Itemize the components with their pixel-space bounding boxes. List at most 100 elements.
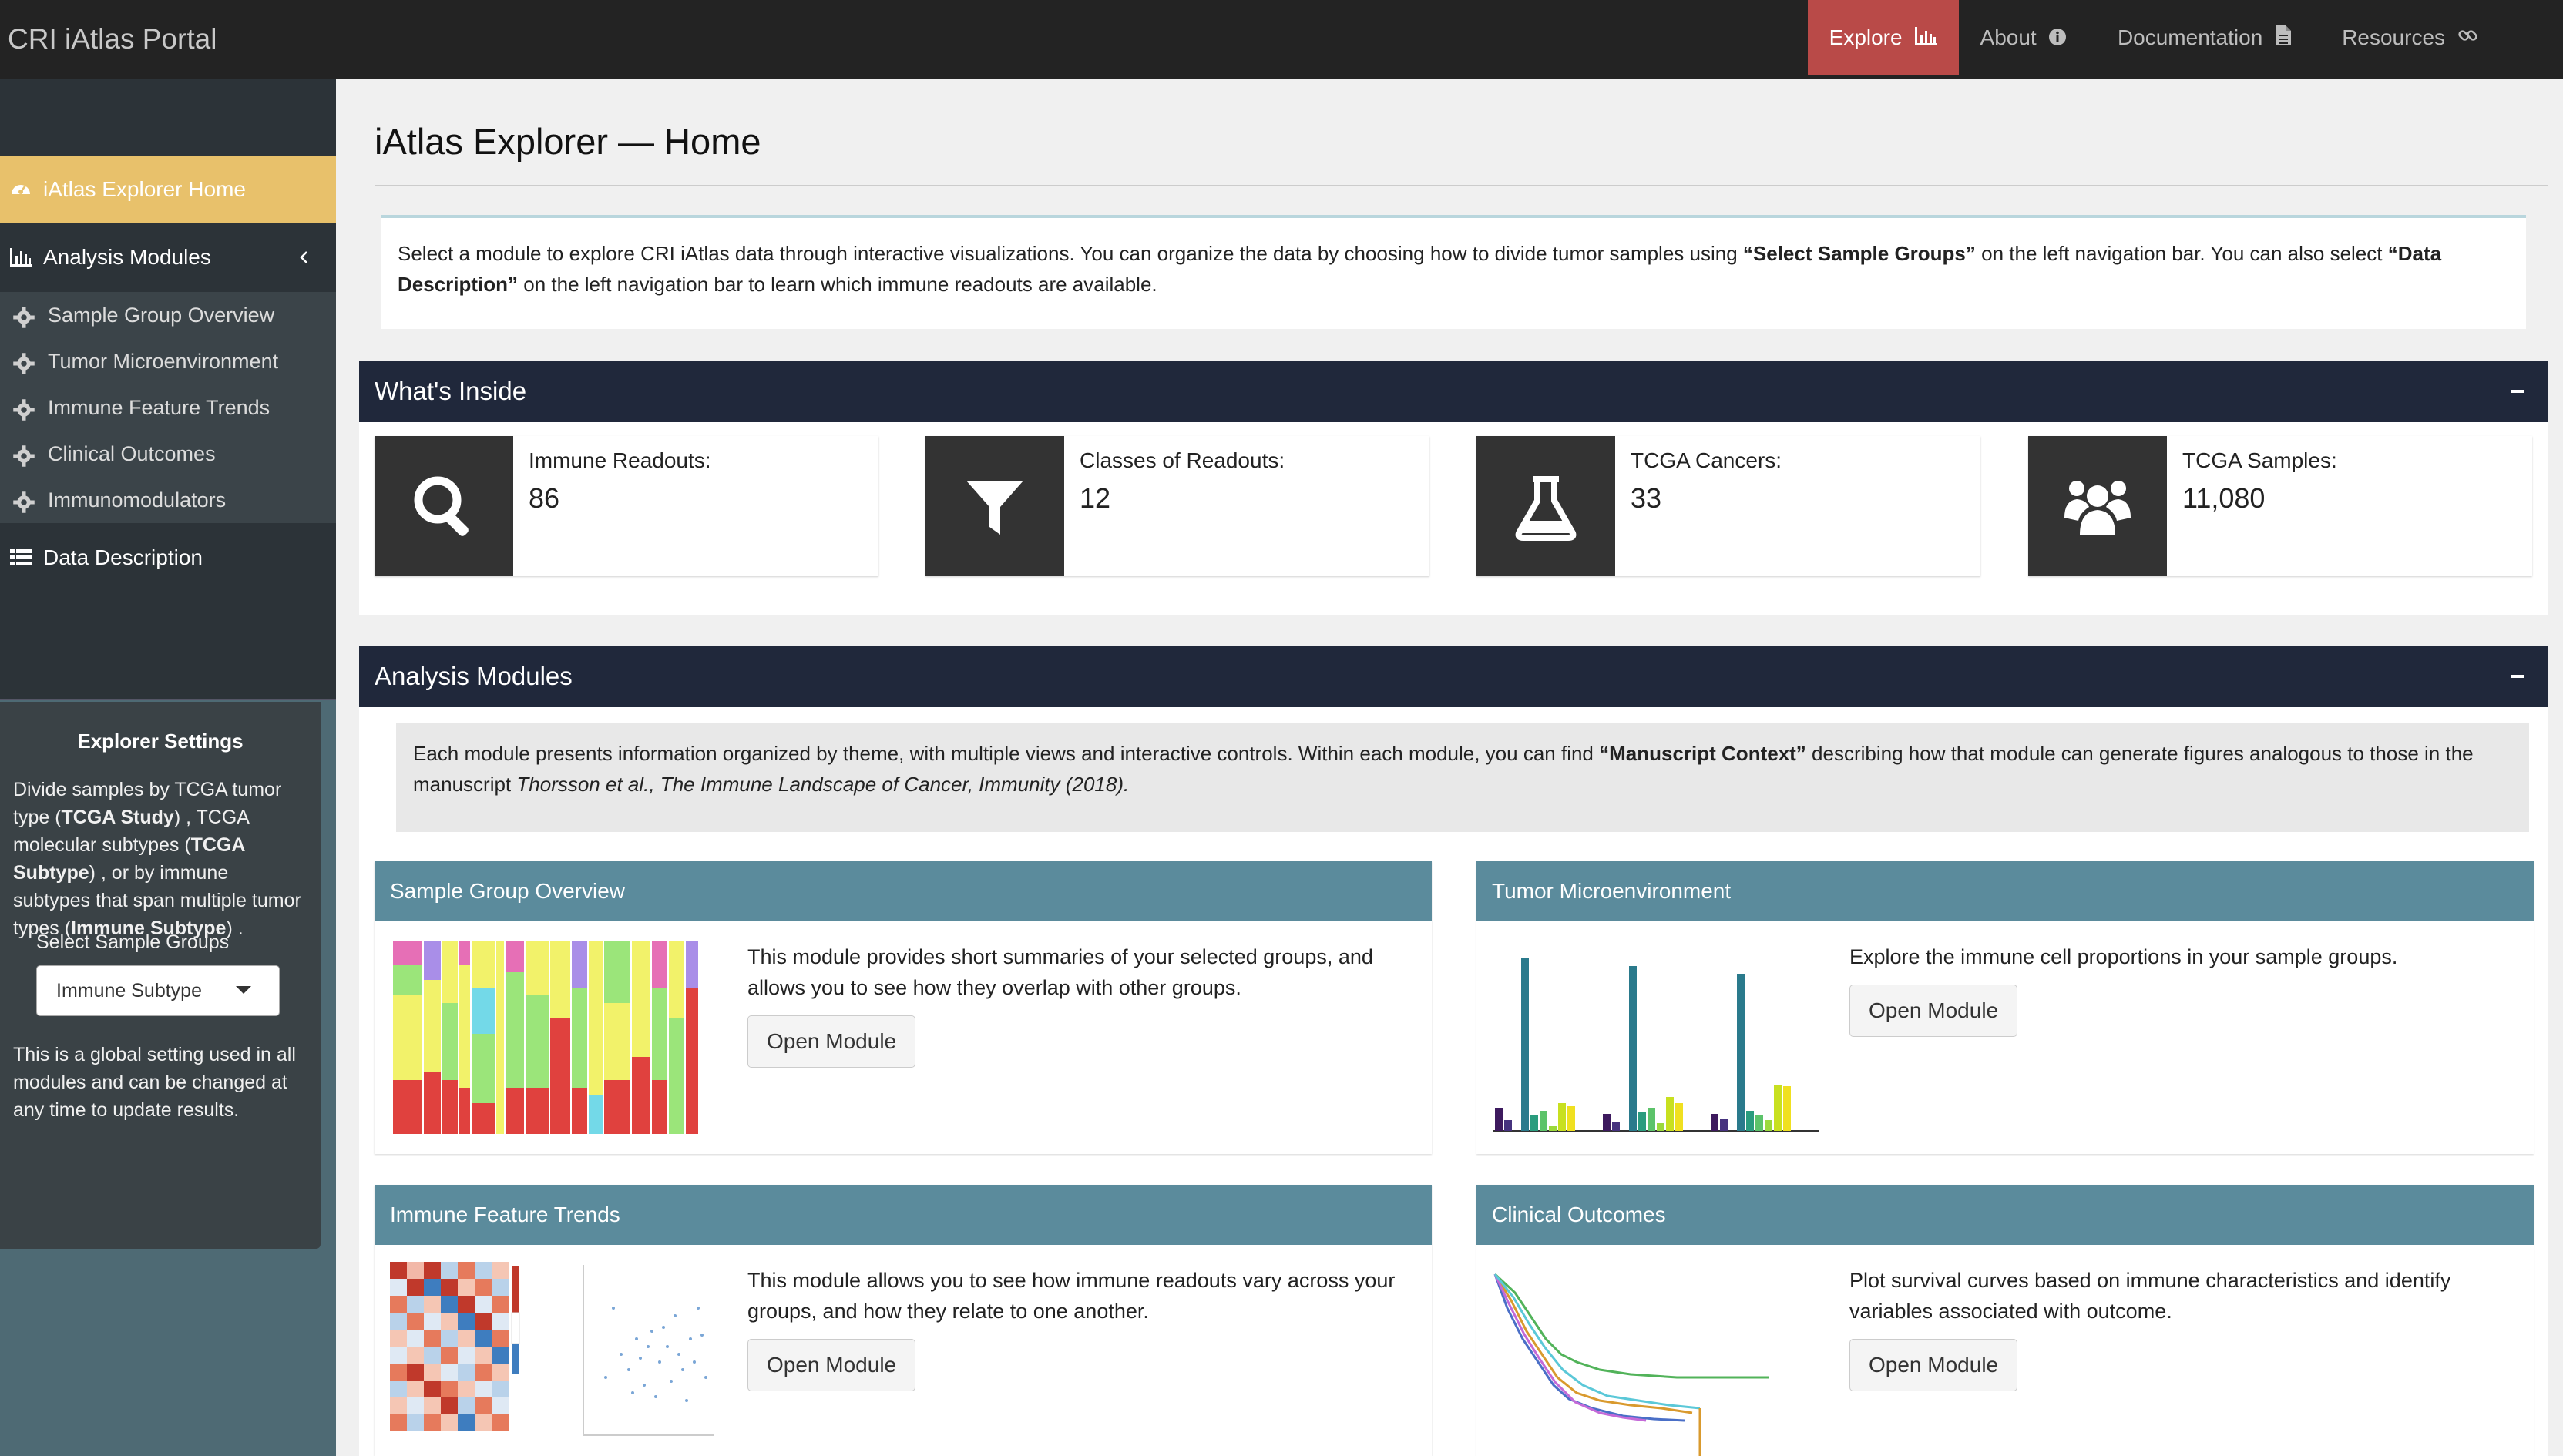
sidebar-item-analysis-label: Analysis Modules [43, 245, 211, 269]
sidebar-item-tumor-microenvironment[interactable]: Tumor Microenvironment [0, 338, 336, 384]
module-card-description: Plot survival curves based on immune cha… [1849, 1269, 2451, 1323]
gear-icon [13, 307, 35, 328]
nav-documentation-label: Documentation [2117, 25, 2263, 49]
intro-bold: “Select Sample Groups” [1742, 242, 1976, 265]
infobox-value: 86 [529, 482, 560, 514]
intro-callout: Select a module to explore CRI iAtlas da… [381, 215, 2526, 329]
mosaic-plot-thumbnail [391, 938, 700, 1136]
bar-chart-icon [10, 248, 32, 267]
sidebar-item-label: Clinical Outcomes [48, 442, 216, 465]
manuscript-context-note: Each module presents information organiz… [396, 723, 2529, 832]
settings-title: Explorer Settings [77, 730, 244, 753]
sidebar-divider [0, 699, 336, 700]
document-icon [2275, 2, 2292, 76]
users-icon [2064, 481, 2131, 535]
sidebar-submenu: Sample Group Overview Tumor Microenviron… [0, 292, 336, 523]
analysis-modules-title: Analysis Modules [375, 662, 573, 690]
sidebar-item-data-label: Data Description [43, 545, 203, 569]
survival-curve-thumbnail [1493, 1273, 1769, 1456]
caret-down-icon [236, 986, 251, 994]
module-card-sample-group-overview: Sample Group Overview This module provid… [375, 861, 1432, 1154]
sidebar-item-home[interactable]: iAtlas Explorer Home [0, 156, 336, 223]
module-card-clinical-outcomes: Clinical Outcomes Plot survival curves b… [1476, 1185, 2534, 1456]
intro-text: on the left navigation bar. You can also… [1975, 242, 2388, 265]
intro-text: on the left navigation bar to learn whic… [518, 273, 1157, 296]
flask-icon [1515, 476, 1577, 541]
module-card-tumor-microenvironment: Tumor Microenvironment Explore the immun… [1476, 861, 2534, 1154]
nav-explore[interactable]: Explore [1808, 0, 1959, 75]
select-sample-groups-label: Select Sample Groups [36, 931, 230, 953]
sidebar-item-label: Immunomodulators [48, 488, 227, 512]
gear-icon [13, 399, 35, 421]
infobox-value: 12 [1080, 482, 1111, 514]
filter-icon [966, 481, 1023, 535]
top-navbar: CRI iAtlas Portal Explore About Document… [0, 0, 2563, 79]
nav-about-label: About [1980, 25, 2037, 49]
module-card-title: Clinical Outcomes [1476, 1185, 2534, 1245]
select-value: Immune Subtype [56, 980, 202, 1001]
infobox-classes-of-readouts: Classes of Readouts: 12 [925, 436, 1429, 576]
collapse-icon[interactable] [2511, 675, 2524, 678]
open-module-button[interactable]: Open Module [1849, 1339, 2018, 1391]
infobox-icon-bg [2028, 436, 2167, 576]
note-citation: Thorsson et al., The Immune Landscape of… [516, 773, 1130, 796]
sidebar-item-immune-feature-trends[interactable]: Immune Feature Trends [0, 384, 336, 431]
settings-desc-bold: TCGA Study [61, 807, 174, 828]
note-text: Each module presents information organiz… [413, 742, 1600, 765]
sidebar-item-label: Sample Group Overview [48, 304, 275, 327]
link-icon [2457, 2, 2479, 76]
settings-description: Divide samples by TCGA tumor type (TCGA … [13, 776, 310, 942]
page-title: iAtlas Explorer — Home [375, 121, 761, 162]
infobox-tcga-samples: TCGA Samples: 11,080 [2028, 436, 2532, 576]
open-module-button[interactable]: Open Module [1849, 985, 2018, 1037]
infobox-icon-bg [1476, 436, 1615, 576]
nav-documentation[interactable]: Documentation [2108, 0, 2301, 75]
bar-chart-icon [1914, 2, 1937, 76]
infobox-icon-bg [375, 436, 513, 576]
sample-groups-select[interactable]: Immune Subtype [36, 965, 280, 1016]
chevron-left-icon[interactable] [299, 250, 308, 264]
gear-icon [13, 491, 35, 513]
sidebar-item-immunomodulators[interactable]: Immunomodulators [0, 477, 336, 523]
gear-icon [13, 445, 35, 467]
bar-chart-thumbnail [1493, 958, 1819, 1132]
open-module-button[interactable]: Open Module [747, 1015, 916, 1068]
intro-text: Select a module to explore CRI iAtlas da… [398, 242, 1743, 265]
brand-title[interactable]: CRI iAtlas Portal [8, 0, 217, 79]
sidebar-item-label: Immune Feature Trends [48, 396, 270, 419]
open-module-button[interactable]: Open Module [747, 1339, 916, 1391]
infobox-value: 11,080 [2182, 482, 2266, 514]
module-card-description: This module provides short summaries of … [747, 945, 1373, 999]
module-card-title: Sample Group Overview [375, 861, 1432, 921]
list-icon [10, 549, 32, 565]
whats-inside-header: What's Inside [359, 361, 2548, 422]
sidebar-item-clinical-outcomes[interactable]: Clinical Outcomes [0, 431, 336, 477]
module-card-title: Immune Feature Trends [375, 1185, 1432, 1245]
nav-resources[interactable]: Resources [2333, 0, 2487, 75]
module-card-description: Explore the immune cell proportions in y… [1849, 945, 2398, 968]
whats-inside-title: What's Inside [375, 377, 527, 405]
sidebar-item-data-description[interactable]: Data Description [0, 523, 336, 592]
infobox-label: TCGA Cancers: [1631, 448, 1782, 472]
infobox-label: Immune Readouts: [529, 448, 711, 472]
nav-about[interactable]: About [1970, 0, 2078, 75]
infobox-icon-bg [925, 436, 1064, 576]
collapse-icon[interactable] [2511, 390, 2524, 393]
sidebar-item-label: Tumor Microenvironment [48, 350, 279, 373]
heatmap-scatter-thumbnail [390, 1262, 714, 1436]
module-card-description: This module allows you to see how immune… [747, 1269, 1396, 1323]
gear-icon [13, 353, 35, 374]
sidebar-item-sample-group-overview[interactable]: Sample Group Overview [0, 292, 336, 338]
dashboard-icon [12, 185, 30, 194]
nav-resources-label: Resources [2342, 25, 2446, 49]
info-icon [2048, 2, 2067, 76]
explorer-settings-panel: Explorer Settings Divide samples by TCGA… [0, 702, 321, 1249]
sidebar-item-analysis-modules[interactable]: Analysis Modules [0, 223, 336, 292]
infobox-label: TCGA Samples: [2182, 448, 2337, 472]
settings-note: This is a global setting used in all mod… [13, 1044, 296, 1121]
search-icon [414, 476, 469, 536]
sidebar-spacer [0, 592, 336, 700]
infobox-label: Classes of Readouts: [1080, 448, 1285, 472]
sidebar: iAtlas Explorer Home Analysis Modules Sa… [0, 79, 336, 1456]
sidebar-item-home-label: iAtlas Explorer Home [43, 177, 246, 201]
